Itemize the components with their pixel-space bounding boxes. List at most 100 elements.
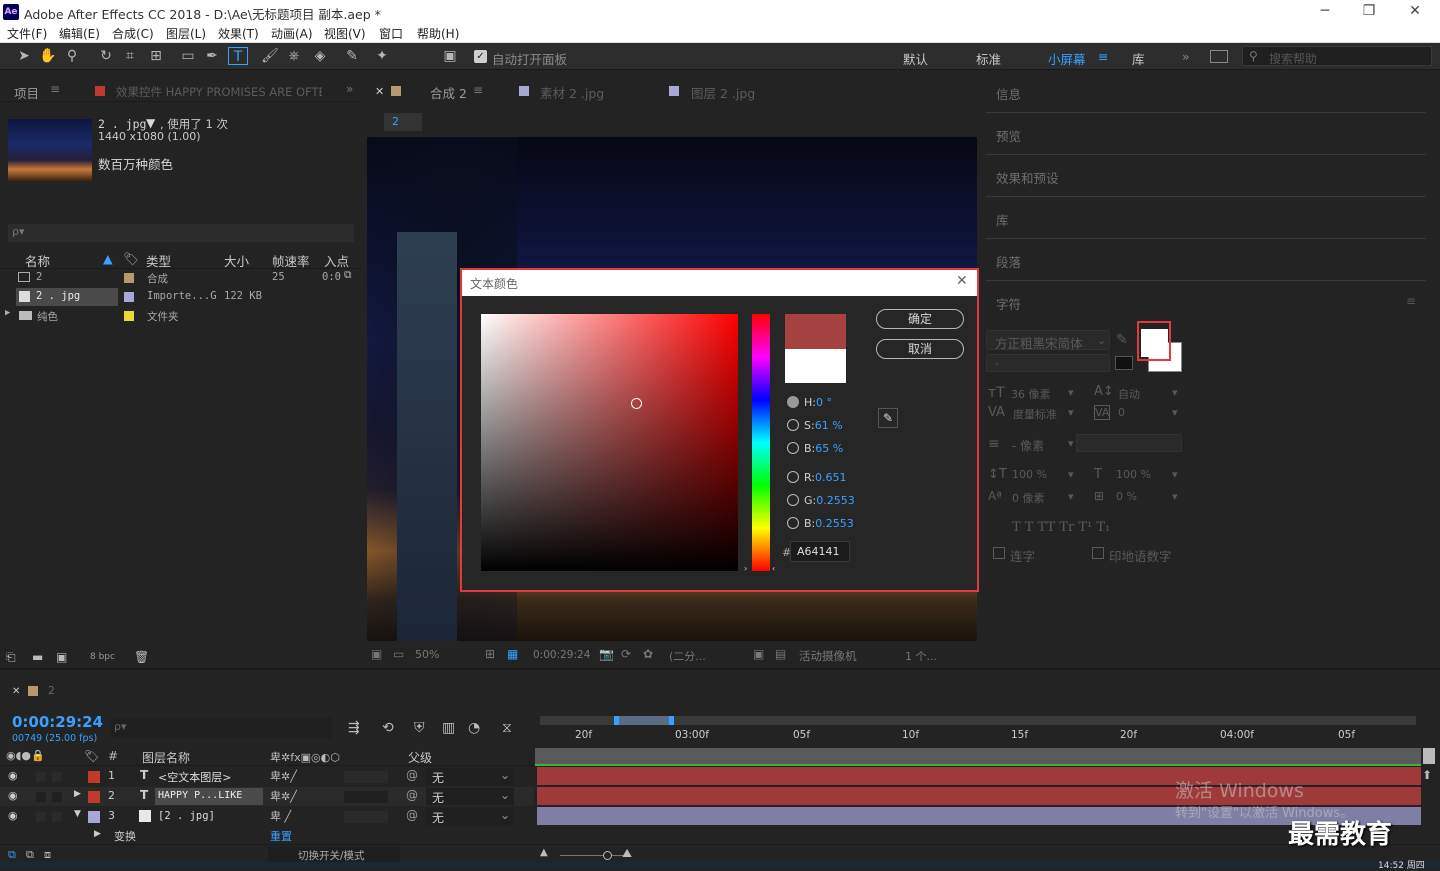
color-picker-cursor[interactable]	[631, 398, 642, 409]
sync-settings-icon[interactable]	[1210, 50, 1228, 63]
solo-switch[interactable]	[52, 772, 62, 782]
toggle-view-icon[interactable]: ▤	[775, 647, 786, 661]
roto-brush-tool-icon[interactable]: ✎	[342, 47, 362, 65]
layer-label-color[interactable]	[88, 811, 100, 823]
vertical-scale-value[interactable]: 100 %	[1012, 468, 1047, 481]
new-folder-icon[interactable]: ▬	[32, 650, 43, 664]
delete-icon[interactable]: 🗑	[134, 650, 149, 664]
layer-label-color[interactable]	[88, 771, 100, 783]
menu-composition[interactable]: 合成(C)	[112, 25, 154, 42]
tab-layer[interactable]: 图层 2 .jpg	[691, 83, 755, 102]
comp-breadcrumb[interactable]: 2	[384, 113, 422, 131]
expand-arrow-icon[interactable]: ▶	[74, 789, 81, 799]
eraser-tool-icon[interactable]: ◈	[310, 47, 330, 65]
timeline-scroll-handle[interactable]	[1423, 748, 1435, 764]
time-ruler[interactable]: 20f 03:00f 05f 10f 15f 20f 04:00f 05f	[535, 726, 1421, 748]
stroke-style-dropdown[interactable]	[1076, 434, 1182, 452]
original-color-swatch[interactable]	[785, 349, 846, 383]
zoom-slider-handle[interactable]	[603, 851, 612, 860]
in-out-toggle-icon[interactable]: ⧈	[44, 848, 51, 862]
layer-name[interactable]: HAPPY P...LIKE	[158, 790, 242, 801]
solo-switch[interactable]	[52, 812, 62, 822]
parent-dropdown[interactable]: 无 ⌄	[426, 808, 514, 825]
kerning-value[interactable]: 度量标准	[1013, 406, 1057, 422]
preview-panel-header[interactable]: 预览	[996, 126, 1021, 145]
layer-row-2[interactable]: ◉ ▶ 2 T HAPPY P...LIKE 卑✲╱ @ 无 ⌄	[0, 787, 534, 806]
tracking-chevron-icon[interactable]: ▾	[1172, 406, 1178, 419]
reset-link[interactable]: 重置	[270, 828, 292, 844]
rectangle-tool-icon[interactable]: ▭	[178, 47, 198, 65]
paragraph-panel-header[interactable]: 段落	[996, 252, 1021, 271]
work-area-range[interactable]	[616, 716, 672, 725]
transparency-grid-icon[interactable]: ▦	[507, 647, 518, 661]
col-in[interactable]: 入点	[324, 251, 349, 270]
transform-label[interactable]: 变换	[114, 828, 136, 844]
parent-dropdown[interactable]: 无 ⌄	[426, 788, 514, 805]
zoom-tool-icon[interactable]: ⚲	[62, 47, 82, 65]
tsume-value[interactable]: 0 %	[1116, 490, 1137, 503]
workspace-library[interactable]: 库	[1132, 49, 1145, 68]
zoom-in-icon[interactable]: ⛰	[622, 846, 632, 861]
layer-name[interactable]: [2 . jpg]	[158, 810, 215, 822]
close-button[interactable]: ✕	[1392, 0, 1438, 24]
menu-effect[interactable]: 效果(T)	[218, 25, 259, 42]
show-snapshot-icon[interactable]: ⟳	[621, 647, 631, 661]
baseline-chevron-icon[interactable]: ▾	[1068, 490, 1074, 503]
tab-project[interactable]: 项目	[14, 83, 39, 102]
pan-behind-tool-icon[interactable]: ⊞	[146, 47, 166, 65]
stroke-width-chevron-icon[interactable]: ▾	[1068, 437, 1074, 450]
stroke-width-value[interactable]: - 像素	[1012, 437, 1044, 454]
ok-button[interactable]: 确定	[876, 309, 964, 329]
parent-column[interactable]: 父级	[408, 749, 432, 766]
audio-switch[interactable]	[36, 772, 46, 782]
pen-tool-icon[interactable]: ✒	[202, 47, 222, 65]
col-name[interactable]: 名称	[25, 251, 50, 270]
saturation-brightness-field[interactable]	[481, 314, 738, 571]
project-search-input[interactable]: ρ▾	[8, 224, 354, 242]
black-swatch[interactable]	[1115, 356, 1133, 370]
expand-arrow-icon[interactable]: ▶	[5, 308, 10, 318]
clone-stamp-tool-icon[interactable]: ⎈	[284, 47, 304, 65]
info-panel-header[interactable]: 信息	[996, 84, 1021, 103]
comp-marker-icon[interactable]: ⬆	[1422, 768, 1432, 782]
ligatures-checkbox[interactable]	[993, 547, 1005, 559]
project-panel-menu-icon[interactable]: ≡	[50, 82, 60, 96]
leading-value[interactable]: 自动	[1118, 386, 1140, 402]
workspace-menu-icon[interactable]: ≡	[1098, 49, 1108, 64]
layer-mode-switches[interactable]	[344, 791, 388, 803]
menu-window[interactable]: 窗口	[379, 25, 403, 42]
layer-name[interactable]: <空文本图层>	[158, 769, 231, 785]
menu-edit[interactable]: 编辑(E)	[59, 25, 100, 42]
timeline-timecode[interactable]: 0:00:29:24	[12, 713, 103, 731]
vscale-chevron-icon[interactable]: ▾	[1068, 468, 1074, 481]
camera-tool-icon[interactable]: ⌗	[120, 47, 140, 65]
character-panel-header[interactable]: 字符	[996, 294, 1021, 313]
snapshot-icon[interactable]: 📷	[599, 647, 614, 661]
fill-color-swatch[interactable]	[1141, 329, 1168, 357]
horizontal-scale-value[interactable]: 100 %	[1116, 468, 1151, 481]
hscale-chevron-icon[interactable]: ▾	[1172, 468, 1178, 481]
resolution-dropdown[interactable]: (二分...	[669, 648, 706, 664]
libraries-panel-header[interactable]: 库	[996, 210, 1009, 229]
minimize-button[interactable]: ─	[1302, 0, 1348, 24]
brightness-radio[interactable]	[787, 442, 799, 454]
menu-layer[interactable]: 图层(L)	[166, 25, 206, 42]
workspace-default[interactable]: 默认	[903, 49, 928, 68]
draft-3d-icon[interactable]: ⟲	[382, 720, 394, 736]
eyedropper-icon[interactable]: ✎	[1116, 332, 1128, 348]
font-family-dropdown[interactable]: 方正粗黑宋简体 ⌄	[986, 330, 1110, 351]
switches-column-icon[interactable]: 卑✲fx▣◎◐⬡	[270, 749, 340, 765]
auto-open-checkbox[interactable]: ✓	[474, 50, 487, 63]
maximize-button[interactable]: ❐	[1346, 0, 1392, 24]
workspace-standard[interactable]: 标准	[976, 49, 1001, 68]
dialog-close-icon[interactable]: ✕	[956, 273, 968, 289]
text-style-buttons[interactable]: T T TT Tr T¹ T₁	[1012, 520, 1110, 535]
timeline-search-input[interactable]: ρ▾	[110, 718, 332, 738]
layer-mode-switches[interactable]	[344, 771, 388, 783]
tab-composition[interactable]: 合成 2	[430, 83, 467, 102]
col-size[interactable]: 大小	[224, 251, 249, 270]
bpc-button[interactable]: 8 bpc	[90, 652, 115, 662]
layer-switches-toggle-icon[interactable]: ⧉	[8, 848, 16, 862]
parent-dropdown[interactable]: 无 ⌄	[426, 768, 514, 785]
menu-file[interactable]: 文件(F)	[7, 25, 47, 42]
